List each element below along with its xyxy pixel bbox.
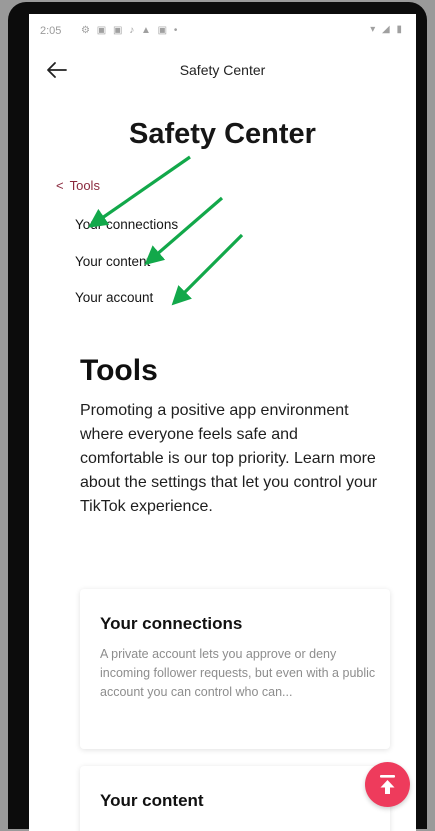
- subnav-item-your-content[interactable]: Your content: [75, 254, 150, 269]
- card-title: Your content: [100, 791, 204, 810]
- status-system-icons: ▾ ◢ ▮: [370, 24, 404, 35]
- section-description: Promoting a positive app environment whe…: [80, 402, 378, 515]
- section-title: Tools: [80, 354, 158, 387]
- app-screen: 2:05 ⚙ ▣ ▣ ♪ ▲ ▣ • ▾ ◢ ▮ Safety Center S…: [29, 14, 416, 831]
- annotation-arrow: [171, 233, 244, 306]
- breadcrumb-tools[interactable]: < Tools: [56, 178, 100, 193]
- subnav-item-your-account[interactable]: Your account: [75, 290, 153, 305]
- card-your-content[interactable]: Your content: [80, 766, 390, 831]
- card-your-connections[interactable]: Your connections A private account lets …: [80, 589, 390, 749]
- top-bar: Safety Center: [29, 58, 416, 88]
- scroll-to-top-button[interactable]: [365, 762, 410, 807]
- top-bar-title: Safety Center: [179, 62, 266, 78]
- chevron-left-icon: <: [56, 178, 64, 193]
- arrow-up-to-top-icon: [380, 775, 395, 794]
- annotation-arrow: [88, 155, 191, 228]
- subnav-item-your-connections[interactable]: Your connections: [75, 217, 178, 232]
- status-notification-icons: ⚙ ▣ ▣ ♪ ▲ ▣ •: [81, 25, 180, 36]
- phone-frame: 2:05 ⚙ ▣ ▣ ♪ ▲ ▣ • ▾ ◢ ▮ Safety Center S…: [8, 2, 427, 831]
- status-bar: 2:05 ⚙ ▣ ▣ ♪ ▲ ▣ • ▾ ◢ ▮: [29, 14, 416, 46]
- breadcrumb-label: Tools: [69, 178, 100, 193]
- card-description: A private account lets you approve or de…: [100, 647, 376, 699]
- card-title: Your connections: [100, 614, 243, 633]
- status-time: 2:05: [40, 25, 62, 37]
- page-title: Safety Center: [129, 118, 316, 150]
